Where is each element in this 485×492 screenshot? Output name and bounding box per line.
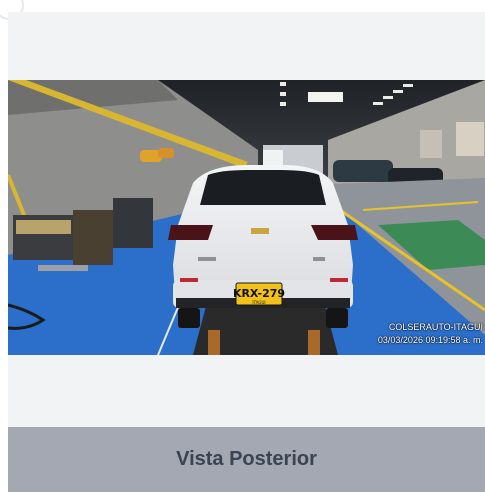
photo-caption-label: Vista Posterior (176, 448, 317, 470)
license-plate: KRX-279 ITAGUI (233, 282, 285, 306)
plate-number: KRX-279 (233, 287, 285, 300)
photo-caption-bar: Vista Posterior (8, 427, 485, 492)
watermark-location: COLSERAUTO-ITAGUI (388, 322, 483, 332)
vehicle-rear-photo[interactable]: KRX-279 ITAGUI COLSERAUTO-ITAGUI 03/03/2… (8, 80, 485, 355)
photo-card: KRX-279 ITAGUI COLSERAUTO-ITAGUI 03/03/2… (8, 12, 485, 492)
plate-city: ITAGUI (252, 300, 265, 305)
photo-scene: KRX-279 ITAGUI (8, 80, 485, 355)
watermark-timestamp: 03/03/2026 09:19:58 a. m. (377, 335, 483, 345)
